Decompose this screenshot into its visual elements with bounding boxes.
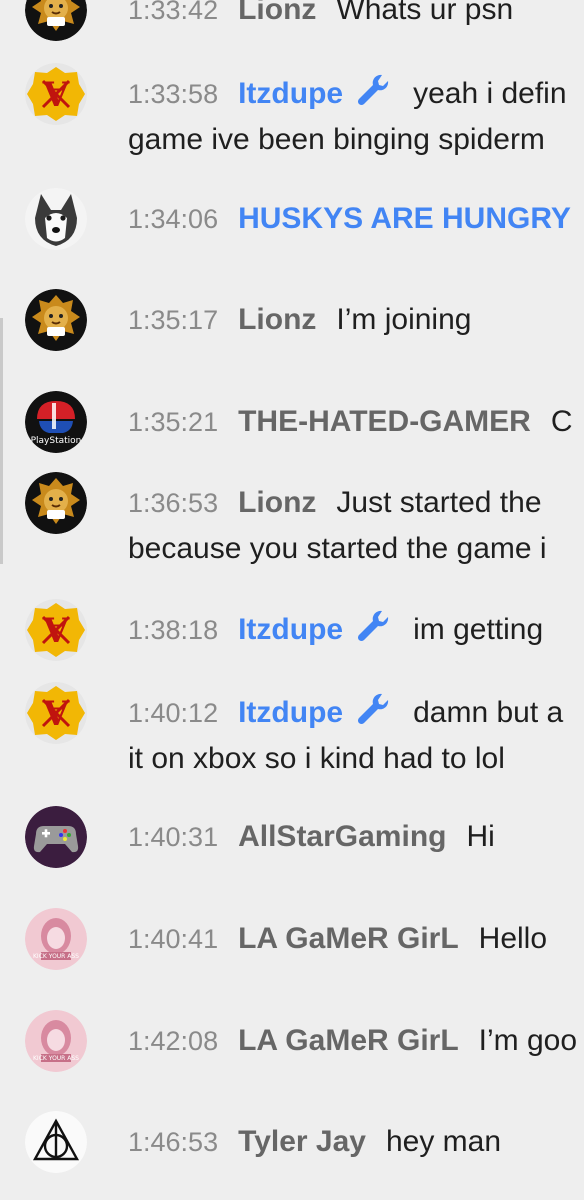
pink-girl-icon[interactable]: KICK YOUR ASS [25,1010,87,1072]
message-timestamp: 1:46:53 [128,1127,219,1157]
message-line: 1:34:06 HUSKYS ARE HUNGRY [128,197,584,241]
message-text: Whats ur psn [336,0,514,26]
message-text: I’m goo [478,1024,578,1057]
author-name[interactable]: Lionz [238,486,316,519]
fa-logo-icon[interactable]: Ɐ [25,682,87,744]
svg-text:KICK YOUR ASS: KICK YOUR ASS [33,1055,79,1062]
author-name[interactable]: LA GaMeR GirL [238,1024,459,1057]
message-timestamp: 1:33:42 [128,0,219,25]
author-name[interactable]: THE-HATED-GAMER [238,405,531,438]
lion-icon[interactable] [25,289,87,351]
message-text: hey man [385,1125,502,1158]
message-line: 1:35:17 Lionz I’m joining [128,298,471,342]
message-text: im getting [413,613,544,646]
message-text: Just started the [336,486,542,519]
svg-text:KICK YOUR ASS: KICK YOUR ASS [33,953,79,960]
author-name[interactable]: Itzdupe [238,613,343,646]
author-name[interactable]: HUSKYS ARE HUNGRY [238,202,571,235]
message-line: 1:40:12 Itzdupe damn but a [128,691,563,735]
message-timestamp: 1:40:31 [128,822,219,852]
message-text: Hello [478,922,548,955]
author-name[interactable]: Lionz [238,0,316,26]
gamepad-icon[interactable] [25,806,87,868]
lion-icon[interactable] [25,472,87,534]
scroll-edge-indicator [0,318,3,564]
message-text: I’m joining [336,303,472,336]
message-timestamp: 1:38:18 [128,615,219,645]
message-text: C [550,405,573,438]
message-timestamp: 1:35:17 [128,305,219,335]
moderator-wrench-icon [355,608,391,657]
chat-message[interactable]: Ɐ 1:40:12 Itzdupe damn but a it on xbox so… [0,682,584,823]
pink-girl-icon[interactable]: KICK YOUR ASS [25,908,87,970]
message-text: Hi [466,820,495,853]
chat-message[interactable]: 1:46:53 Tyler Jay hey man [0,1111,584,1200]
lion-icon[interactable] [25,0,87,41]
deathly-hallows-icon[interactable] [25,1111,87,1173]
author-name[interactable]: Itzdupe [238,77,343,110]
message-line: 1:42:08 LA GaMeR GirL I’m goo [128,1019,577,1063]
message-line: 1:35:21 THE-HATED-GAMER C [128,400,573,444]
message-line: 1:33:42 Lionz Whats ur psn [128,0,513,32]
author-name[interactable]: Tyler Jay [238,1125,366,1158]
message-text-continued: it on xbox so i kind had to lol [128,742,505,775]
message-timestamp: 1:40:41 [128,924,219,954]
message-line: 1:36:53 Lionz Just started the [128,481,542,525]
moderator-wrench-icon [355,72,391,121]
message-timestamp: 1:34:06 [128,204,219,234]
message-text-continued: game ive been binging spiderm [128,123,545,156]
message-text: yeah i defin [413,77,567,110]
message-timestamp: 1:36:53 [128,488,219,518]
message-timestamp: 1:42:08 [128,1026,219,1056]
svg-text:PlayStation: PlayStation [31,436,82,446]
live-chat-list[interactable]: 1:33:42 Lionz Whats ur psn Ɐ 1:33:58 Itzdup… [0,0,584,1200]
moderator-wrench-icon [355,691,391,740]
message-line: 1:40:31 AllStarGaming Hi [128,815,495,859]
husky-icon[interactable] [25,188,87,250]
message-line: 1:38:18 Itzdupe im getting [128,608,543,652]
message-text: damn but a [413,696,564,729]
playstation-icon[interactable]: PlayStation [25,391,87,453]
author-name[interactable]: Lionz [238,303,316,336]
message-line: 1:33:58 Itzdupe yeah i defin [128,72,567,116]
message-timestamp: 1:40:12 [128,698,219,728]
message-line: 1:40:41 LA GaMeR GirL Hello [128,917,547,961]
author-name[interactable]: AllStarGaming [238,820,446,853]
author-name[interactable]: LA GaMeR GirL [238,922,459,955]
fa-logo-icon[interactable]: Ɐ [25,599,87,661]
message-timestamp: 1:33:58 [128,79,219,109]
chat-message[interactable]: 1:36:53 Lionz Just started the because you … [0,472,584,613]
message-text-continued: because you started the game i [128,532,547,565]
message-timestamp: 1:35:21 [128,407,219,437]
chat-message[interactable]: Ɐ 1:33:58 Itzdupe yeah i defin game ive be… [0,63,584,204]
author-name[interactable]: Itzdupe [238,696,343,729]
fa-logo-icon[interactable]: Ɐ [25,63,87,125]
message-line: 1:46:53 Tyler Jay hey man [128,1120,501,1164]
